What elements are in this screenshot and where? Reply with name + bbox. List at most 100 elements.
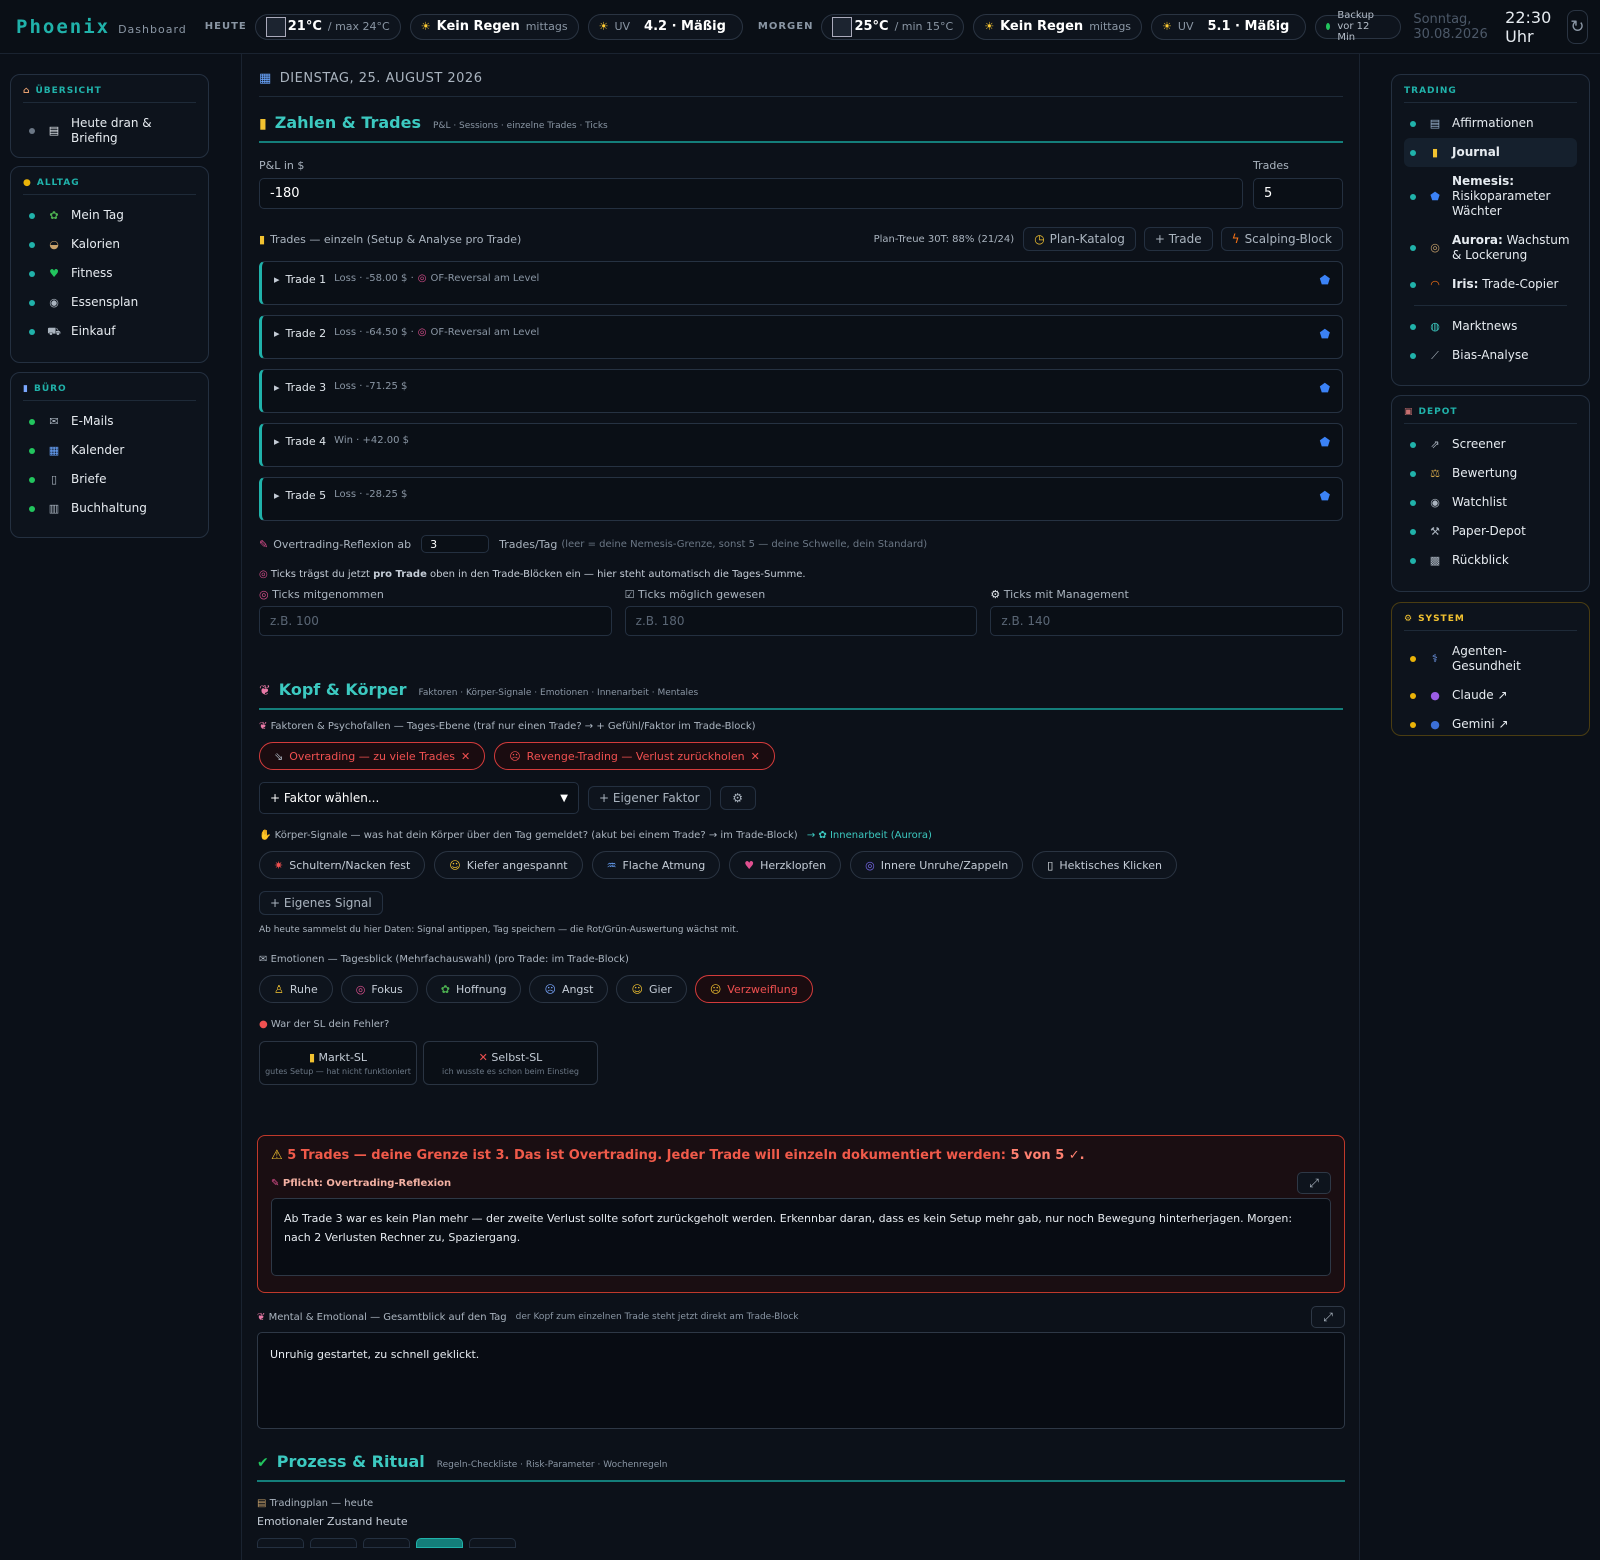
app-logo[interactable]: Phoenix bbox=[16, 16, 110, 38]
cross-icon: ✕ bbox=[478, 1050, 488, 1064]
trade-row[interactable]: ▸ Trade 5 Loss · -28.25 $ ⬟ bbox=[259, 477, 1343, 521]
sidebar-item-journal[interactable]: ▮ Journal bbox=[1404, 138, 1577, 167]
innenarbeit-link[interactable]: Innenarbeit (Aurora) bbox=[830, 830, 932, 841]
status-dot bbox=[1410, 656, 1416, 662]
sidebar-item-fitness[interactable]: ♥ Fitness bbox=[23, 259, 196, 288]
signal-chip[interactable]: ◎ Innere Unruhe/Zappeln bbox=[850, 851, 1024, 879]
trade-row[interactable]: ▸ Trade 2 Loss · -64.50 $ · ◎ OF-Reversal am… bbox=[259, 315, 1343, 359]
sidebar-item-emails[interactable]: ✉ E-Mails bbox=[23, 407, 196, 436]
state-option[interactable] bbox=[257, 1538, 304, 1548]
emotion-chip[interactable]: ☺ Gier bbox=[616, 975, 687, 1003]
brain-icon: ❦ bbox=[257, 1311, 266, 1323]
status-dot bbox=[29, 128, 35, 134]
uv-label: UV bbox=[1177, 20, 1194, 33]
trade-row[interactable]: ▸ Trade 3 Loss · -71.25 $ ⬟ bbox=[259, 369, 1343, 413]
sidebar-item-claude[interactable]: ● Claude ↗ bbox=[1404, 681, 1577, 710]
sidebar-item-bias-analyse[interactable]: ⟋ Bias-Analyse bbox=[1404, 341, 1577, 370]
emotion-chip[interactable]: ☹ Angst bbox=[529, 975, 609, 1003]
sidebar-item-marktnews[interactable]: ◍ Marktnews bbox=[1404, 312, 1577, 341]
sidebar-item-affirmationen[interactable]: ▤ Affirmationen bbox=[1404, 109, 1577, 138]
emotion-chip[interactable]: ◎ Fokus bbox=[340, 975, 418, 1003]
lightning-icon: ϟ bbox=[1231, 232, 1240, 246]
calendar-icon: ▦ bbox=[259, 71, 272, 86]
today-temperature-chip: 21°C / max 24°C bbox=[254, 13, 401, 40]
settings-button[interactable]: ⚙ bbox=[719, 786, 756, 810]
sun-icon: ☀ bbox=[420, 20, 431, 33]
expand-button[interactable]: ⤢ bbox=[1311, 1306, 1345, 1328]
today-label: HEUTE bbox=[204, 21, 247, 32]
section-subtitle: Faktoren · Körper-Signale · Emotionen · … bbox=[418, 688, 699, 698]
pnl-input[interactable]: -180 bbox=[259, 178, 1243, 209]
signal-chip[interactable]: ♒ Flache Atmung bbox=[591, 851, 721, 879]
emotion-chip[interactable]: ✿ Hoffnung bbox=[425, 975, 522, 1003]
sidebar-item-watchlist[interactable]: ◉ Watchlist bbox=[1404, 488, 1577, 517]
eigener-faktor-button[interactable]: + Eigener Faktor bbox=[588, 786, 711, 810]
sidebar-item-mein-tag[interactable]: ✿ Mein Tag bbox=[23, 201, 196, 230]
shield-icon: ⬟ bbox=[1319, 273, 1330, 287]
state-option[interactable] bbox=[363, 1538, 410, 1548]
sidebar-item-agenten-gesundheit[interactable]: ⚕ Agenten-Gesundheit bbox=[1404, 637, 1577, 681]
emotion-chip[interactable]: ♙ Ruhe bbox=[259, 975, 333, 1003]
clipboard-icon: ▤ bbox=[257, 1498, 267, 1509]
eigenes-signal-button[interactable]: + Eigenes Signal bbox=[259, 891, 383, 915]
ticks-taken-input[interactable]: z.B. 100 bbox=[259, 606, 612, 636]
sidebar-item-iris[interactable]: ◠ Iris: Trade-Copier bbox=[1404, 270, 1577, 299]
markt-sl-button[interactable]: ▮ Markt-SL gutes Setup — hat nicht funkti… bbox=[259, 1041, 417, 1085]
sidebar-group-title: ▣ DEPOT bbox=[1404, 404, 1577, 424]
trade-row[interactable]: ▸ Trade 4 Win · +42.00 $ ⬟ bbox=[259, 423, 1343, 467]
expand-icon[interactable]: ▸ bbox=[274, 435, 280, 448]
ticks-management-input[interactable]: z.B. 140 bbox=[990, 606, 1344, 636]
plan-katalog-button[interactable]: ◷ Plan-Katalog bbox=[1023, 227, 1136, 251]
sidebar-item-essensplan[interactable]: ◉ Essensplan bbox=[23, 288, 196, 317]
signal-chip[interactable]: ▯ Hektisches Klicken bbox=[1032, 851, 1177, 879]
faktor-select[interactable]: + Faktor wählen... ▼ bbox=[259, 782, 579, 814]
scalping-block-button[interactable]: ϟ Scalping-Block bbox=[1220, 227, 1343, 251]
sidebar-item-paper-depot[interactable]: ⚒ Paper-Depot bbox=[1404, 517, 1577, 546]
factor-chip[interactable]: ⇘ Overtrading — zu viele Trades ✕ bbox=[259, 742, 486, 770]
state-option[interactable] bbox=[469, 1538, 516, 1548]
overtrading-threshold-input[interactable]: 3 bbox=[421, 535, 490, 553]
refresh-button[interactable]: ↻ bbox=[1566, 9, 1588, 44]
close-icon[interactable]: ✕ bbox=[461, 750, 470, 763]
sidebar-item-aurora[interactable]: ◎ Aurora: Wachstum & Lockerung bbox=[1404, 226, 1577, 270]
signal-chip[interactable]: ♥ Herzklopfen bbox=[729, 851, 842, 879]
sidebar-item-briefing[interactable]: ▤ Heute dran & Briefing bbox=[23, 109, 196, 153]
overtrading-reflection-textarea[interactable]: Ab Trade 3 war es kein Plan mehr — der z… bbox=[271, 1198, 1331, 1276]
tomorrow-temp-sub: / min 15°C bbox=[894, 20, 954, 33]
expand-icon[interactable]: ▸ bbox=[274, 273, 280, 286]
factor-chip[interactable]: ☹ Revenge-Trading — Verlust zurückholen ✕ bbox=[494, 742, 775, 770]
sidebar-item-kalorien[interactable]: ◒ Kalorien bbox=[23, 230, 196, 259]
expand-icon[interactable]: ▸ bbox=[274, 327, 280, 340]
emotion-chip[interactable]: ☹ Verzweiflung bbox=[694, 975, 813, 1003]
uv-label: UV bbox=[614, 20, 631, 33]
state-option[interactable] bbox=[416, 1538, 463, 1548]
add-trade-button[interactable]: + Trade bbox=[1143, 227, 1213, 251]
expand-icon[interactable]: ▸ bbox=[274, 381, 280, 394]
signal-chip[interactable]: ☺ Kiefer angespannt bbox=[434, 851, 583, 879]
sidebar-item-einkauf[interactable]: ⛟ Einkauf bbox=[23, 317, 196, 346]
state-option[interactable] bbox=[310, 1538, 357, 1548]
target-icon: ◎ bbox=[417, 327, 427, 338]
sidebar-item-briefe[interactable]: ▯ Briefe bbox=[23, 465, 196, 494]
signal-chip[interactable]: ✷ Schultern/Nacken fest bbox=[259, 851, 426, 879]
sidebar-item-buchhaltung[interactable]: ▥ Buchhaltung bbox=[23, 494, 196, 523]
status-dot bbox=[1410, 557, 1416, 564]
selbst-sl-button[interactable]: ✕ Selbst-SL ich wusste es schon beim Eins… bbox=[423, 1041, 598, 1085]
ticks-possible-input[interactable]: z.B. 180 bbox=[624, 606, 978, 636]
sidebar-item-bewertung[interactable]: ⚖ Bewertung bbox=[1404, 459, 1577, 488]
close-icon[interactable]: ✕ bbox=[751, 750, 760, 763]
sidebar-item-kalender[interactable]: ▦ Kalender bbox=[23, 436, 196, 465]
sidebar-item-gemini[interactable]: ● Gemini ↗ bbox=[1404, 710, 1577, 739]
trade-row[interactable]: ▸ Trade 1 Loss · -58.00 $ · ◎ OF-Reversal am… bbox=[259, 261, 1343, 305]
expand-icon[interactable]: ▸ bbox=[274, 489, 280, 502]
mental-textarea[interactable]: Unruhig gestartet, zu schnell geklickt. bbox=[257, 1332, 1345, 1429]
despair-face-icon: ☹ bbox=[709, 982, 722, 996]
sidebar-item-nemesis[interactable]: ⬟ Nemesis: Risikoparameter Wächter bbox=[1404, 167, 1577, 226]
status-dot bbox=[1410, 245, 1416, 251]
sidebar-item-rueckblick[interactable]: ▩ Rückblick bbox=[1404, 546, 1577, 575]
sidebar-item-screener[interactable]: ⇗ Screener bbox=[1404, 430, 1577, 459]
expand-button[interactable]: ⤢ bbox=[1297, 1172, 1331, 1194]
status-dot bbox=[29, 328, 35, 335]
chart-down-icon: ⇘ bbox=[274, 749, 284, 763]
trades-count-input[interactable]: 5 bbox=[1253, 178, 1343, 209]
